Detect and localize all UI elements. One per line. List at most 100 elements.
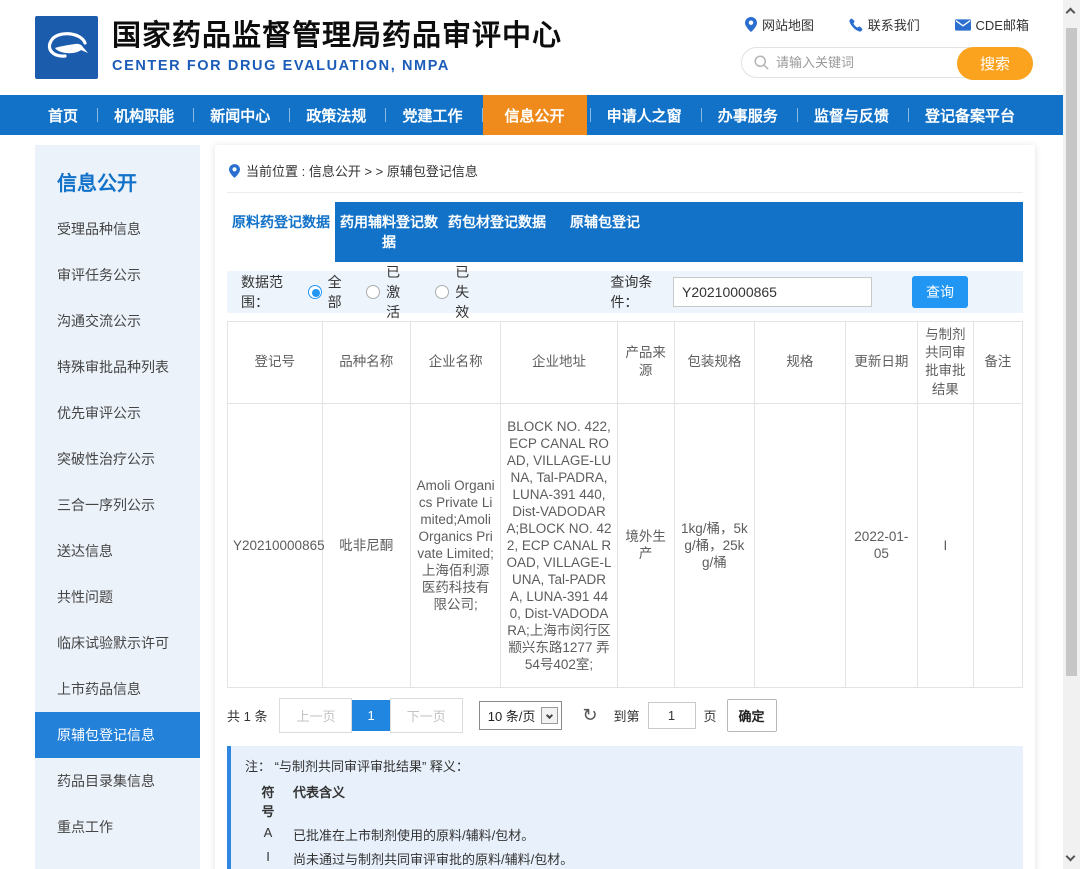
radio-active[interactable]: 已激活	[366, 262, 413, 322]
total-count: 共 1 条	[227, 706, 267, 725]
sidebar-item-accepted-products[interactable]: 受理品种信息	[35, 206, 200, 252]
note-columns: 符号 代表含义	[245, 782, 1009, 820]
sidebar-item-three-in-one[interactable]: 三合一序列公示	[35, 482, 200, 528]
table-header-row: 登记号 品种名称 企业名称 企业地址 产品来源 包装规格 规格 更新日期 与制剂…	[228, 322, 1023, 404]
note-symbol-i: I	[257, 849, 279, 868]
note-symbol-a: A	[257, 825, 279, 844]
nav-supervision[interactable]: 监督与反馈	[798, 95, 905, 135]
main-content: 当前位置 : 信息公开 > > 原辅包登记信息 原料药登记数据 药用辅料登记数据…	[215, 145, 1035, 869]
tab-excipient-data[interactable]: 药用辅料登记数据	[335, 202, 443, 262]
col-joint-result: 与制剂共同审批审批结果	[918, 322, 974, 404]
sidebar-item-priority-review[interactable]: 优先审评公示	[35, 390, 200, 436]
sidebar-item-marketed-drugs[interactable]: 上市药品信息	[35, 666, 200, 712]
page-size-select[interactable]: 10 条/页	[479, 701, 563, 730]
site-header: 国家药品监督管理局药品审评中心 CENTER FOR DRUG EVALUATI…	[0, 0, 1063, 95]
col-update-date: 更新日期	[845, 322, 917, 404]
note-meaning-i: 尚未通过与制剂共同审评审批的原料/辅料/包材。	[293, 849, 573, 868]
nav-home[interactable]: 首页	[32, 95, 94, 135]
note-title: 注： “与制剂共同审评审批结果” 释义：	[245, 756, 1009, 775]
sidebar: 信息公开 受理品种信息 审评任务公示 沟通交流公示 特殊审批品种列表 优先审评公…	[35, 145, 200, 869]
sidebar-item-special-approval[interactable]: 特殊审批品种列表	[35, 344, 200, 390]
confirm-button[interactable]: 确定	[727, 699, 777, 732]
filter-bar: 数据范围： 全部 已激活 已失效 查询条件：	[227, 271, 1023, 313]
goto-page-input[interactable]	[648, 702, 696, 729]
nav-policy[interactable]: 政策法规	[290, 95, 382, 135]
radio-expired-control[interactable]	[435, 285, 449, 299]
col-company-name: 企业名称	[410, 322, 501, 404]
cell-source: 境外生产	[617, 403, 674, 687]
col-remark: 备注	[973, 322, 1022, 404]
radio-all-control[interactable]	[308, 285, 322, 299]
sitemap-link[interactable]: 网站地图	[745, 15, 814, 34]
sidebar-item-common-issues[interactable]: 共性问题	[35, 574, 200, 620]
next-page-button[interactable]: 下一页	[390, 698, 463, 733]
search-button[interactable]: 搜索	[957, 47, 1033, 80]
sidebar-item-key-work[interactable]: 重点工作	[35, 804, 200, 850]
radio-active-control[interactable]	[366, 285, 380, 299]
page: 国家药品监督管理局药品审评中心 CENTER FOR DRUG EVALUATI…	[0, 0, 1063, 869]
chevron-up-icon[interactable]	[1066, 8, 1076, 18]
chevron-down-icon[interactable]	[1066, 852, 1076, 862]
query-input[interactable]	[673, 277, 872, 307]
note-row-i: I 尚未通过与制剂共同审评审批的原料/辅料/包材。	[245, 849, 1009, 868]
radio-expired[interactable]: 已失效	[435, 262, 482, 322]
radio-expired-label: 已失效	[455, 262, 482, 322]
tab-packaging-data[interactable]: 药包材登记数据	[443, 202, 551, 262]
current-page-button[interactable]: 1	[352, 700, 389, 731]
sidebar-item-drug-catalog[interactable]: 药品目录集信息	[35, 758, 200, 804]
header-right: 网站地图 联系我们 CDE邮箱 搜索	[741, 15, 1033, 78]
radio-active-label: 已激活	[386, 262, 413, 322]
search-icon	[754, 55, 769, 70]
nav-info-disclosure[interactable]: 信息公开	[483, 95, 587, 135]
site-title: 国家药品监督管理局药品审评中心	[112, 21, 562, 53]
sidebar-item-delivery-info[interactable]: 送达信息	[35, 528, 200, 574]
nav-functions[interactable]: 机构职能	[98, 95, 190, 135]
phone-icon	[849, 18, 863, 32]
search-bar: 搜索	[741, 47, 1033, 78]
goto-label: 到第	[614, 706, 640, 725]
note-box: 注： “与制剂共同审评审批结果” 释义： 符号 代表含义 A 已批准在上市制剂使…	[227, 746, 1023, 869]
radio-all-label: 全部	[328, 272, 344, 312]
contact-link[interactable]: 联系我们	[849, 15, 920, 34]
sidebar-item-breakthrough-therapy[interactable]: 突破性治疗公示	[35, 436, 200, 482]
page-body: 信息公开 受理品种信息 审评任务公示 沟通交流公示 特殊审批品种列表 优先审评公…	[0, 135, 1063, 869]
cell-joint-result: I	[918, 403, 974, 687]
tab-registration[interactable]: 原辅包登记	[551, 202, 659, 262]
refresh-icon[interactable]: ↻	[582, 706, 597, 724]
note-meaning-header: 代表含义	[293, 782, 345, 820]
nav-news[interactable]: 新闻中心	[194, 95, 286, 135]
col-company-address: 企业地址	[501, 322, 617, 404]
goto-unit: 页	[704, 706, 717, 725]
col-reg-no: 登记号	[228, 322, 323, 404]
note-row-a: A 已批准在上市制剂使用的原料/辅料/包材。	[245, 825, 1009, 844]
map-pin-icon	[745, 17, 757, 32]
nav-services[interactable]: 办事服务	[702, 95, 794, 135]
brand-block: 国家药品监督管理局药品审评中心 CENTER FOR DRUG EVALUATI…	[112, 21, 562, 74]
nav-registration-platform[interactable]: 登记备案平台	[909, 95, 1031, 135]
col-source: 产品来源	[617, 322, 674, 404]
sidebar-item-review-tasks[interactable]: 审评任务公示	[35, 252, 200, 298]
sitemap-label: 网站地图	[762, 15, 814, 34]
col-package-spec: 包装规格	[674, 322, 754, 404]
main-nav: 首页 机构职能 新闻中心 政策法规 党建工作 信息公开 申请人之窗 办事服务 监…	[0, 95, 1063, 135]
sidebar-item-excipient-registration[interactable]: 原辅包登记信息	[35, 712, 200, 758]
scrollbar-thumb[interactable]	[1066, 28, 1077, 676]
nav-applicant[interactable]: 申请人之窗	[591, 95, 698, 135]
cell-reg-no: Y20210000865	[228, 403, 323, 687]
tab-api-data[interactable]: 原料药登记数据	[227, 202, 335, 262]
results-table: 登记号 品种名称 企业名称 企业地址 产品来源 包装规格 规格 更新日期 与制剂…	[227, 321, 1023, 688]
search-input[interactable]	[776, 55, 926, 70]
radio-all[interactable]: 全部	[308, 272, 344, 312]
mail-link[interactable]: CDE邮箱	[955, 15, 1029, 34]
sidebar-item-clinical-trial[interactable]: 临床试验默示许可	[35, 620, 200, 666]
nav-party[interactable]: 党建工作	[386, 95, 478, 135]
vertical-scrollbar[interactable]	[1063, 0, 1080, 869]
pagination: 共 1 条 上一页 1 下一页 10 条/页 ↻ 到第 页 确定	[227, 698, 1023, 733]
breadcrumb-text: 当前位置 : 信息公开 > > 原辅包登记信息	[246, 161, 478, 180]
sidebar-item-communication[interactable]: 沟通交流公示	[35, 298, 200, 344]
mail-icon	[955, 19, 971, 31]
contact-label: 联系我们	[868, 15, 920, 34]
cell-package-spec: 1kg/桶，5kg/桶，25kg/桶	[674, 403, 754, 687]
query-button[interactable]: 查询	[912, 276, 968, 308]
prev-page-button[interactable]: 上一页	[279, 698, 352, 733]
